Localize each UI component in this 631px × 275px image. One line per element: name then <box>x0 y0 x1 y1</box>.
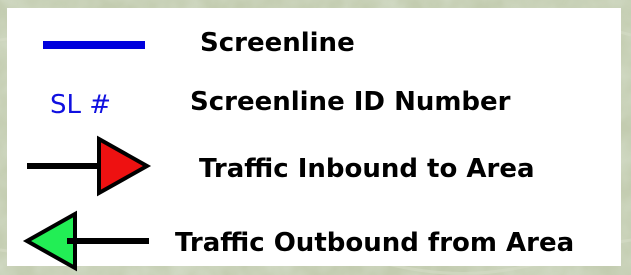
outbound-arrow-icon <box>22 210 149 272</box>
legend-label-inbound: Traffic Inbound to Area <box>199 154 535 184</box>
legend-item-screenline-id: SL # Screenline ID Number <box>7 70 621 130</box>
legend-item-outbound: Traffic Outbound from Area <box>7 198 621 272</box>
screenline-id-symbol: SL # <box>50 90 112 120</box>
legend-label-screenline: Screenline <box>200 28 355 58</box>
legend-label-screenline-id: Screenline ID Number <box>190 87 511 117</box>
legend-item-screenline: Screenline <box>7 8 621 70</box>
legend-label-outbound: Traffic Outbound from Area <box>175 228 575 258</box>
map-legend: Screenline SL # Screenline ID Number Tra… <box>7 8 621 272</box>
legend-item-inbound: Traffic Inbound to Area <box>7 130 621 198</box>
inbound-arrow-icon <box>27 135 152 197</box>
screenline-symbol <box>43 41 145 49</box>
